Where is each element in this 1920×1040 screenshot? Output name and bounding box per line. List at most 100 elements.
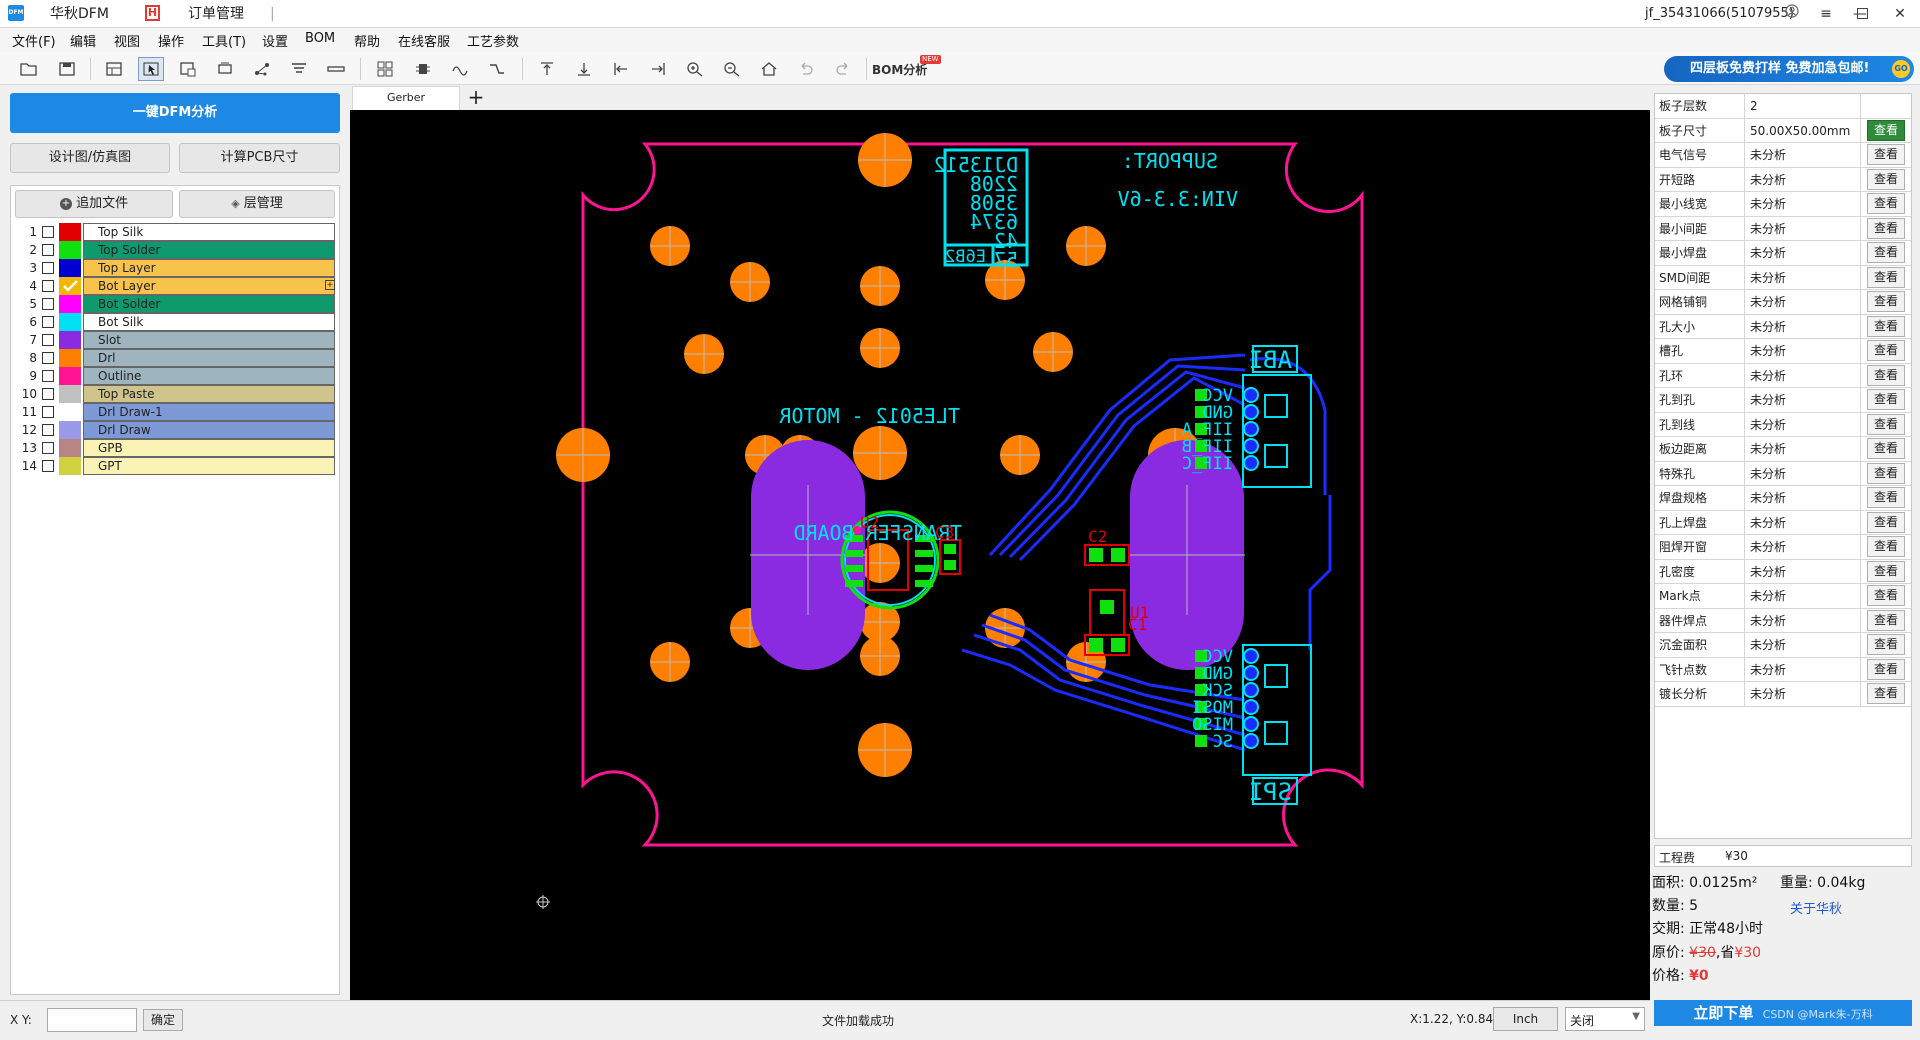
- menu-online-service[interactable]: 在线客服: [398, 31, 450, 50]
- zoom-out-icon[interactable]: [719, 57, 745, 81]
- view-button[interactable]: 查看: [1867, 438, 1905, 459]
- layer-color-swatch[interactable]: [59, 385, 81, 403]
- layer-row[interactable]: 10 Top Paste: [11, 384, 341, 404]
- align-left-icon[interactable]: [608, 57, 634, 81]
- view-button[interactable]: 查看: [1867, 634, 1905, 655]
- layer-checkbox[interactable]: [42, 406, 54, 418]
- view-button[interactable]: 查看: [1867, 315, 1905, 337]
- layer-checkbox[interactable]: [42, 388, 54, 400]
- open-folder-icon[interactable]: [16, 57, 42, 81]
- layer-name[interactable]: GPT: [83, 457, 335, 475]
- menu-view[interactable]: 视图: [114, 31, 140, 50]
- layer-color-swatch[interactable]: [59, 259, 81, 277]
- about-huaqiu-link[interactable]: 关于华秋: [1790, 898, 1842, 917]
- view-button[interactable]: 查看: [1867, 193, 1905, 214]
- layer-color-swatch[interactable]: [59, 457, 81, 475]
- layer-name[interactable]: Bot Solder: [83, 295, 335, 313]
- window-zoom-icon[interactable]: [175, 57, 201, 81]
- layer-checkbox[interactable]: [42, 442, 54, 454]
- layer-row[interactable]: 12 Drl Draw: [11, 420, 341, 440]
- layer-name[interactable]: GPB: [83, 439, 335, 457]
- layer-name[interactable]: Top Layer: [83, 259, 335, 277]
- view-button[interactable]: 查看: [1867, 536, 1905, 557]
- layer-color-swatch[interactable]: [59, 277, 81, 295]
- layer-name[interactable]: Top Paste: [83, 385, 335, 403]
- layer-checkbox[interactable]: [42, 352, 54, 364]
- measure-icon[interactable]: [323, 57, 349, 81]
- pcb-canvas[interactable]: SUPPORT: DJ13512 2208 3508 6374 42 57 E6B2 VIN:3…: [350, 110, 1650, 1000]
- view-button[interactable]: 查看: [1867, 683, 1905, 704]
- layer-name[interactable]: Outline: [83, 367, 335, 385]
- expand-icon[interactable]: +: [325, 280, 335, 290]
- route-icon[interactable]: [484, 57, 510, 81]
- xy-input[interactable]: [47, 1008, 137, 1032]
- layer-checkbox[interactable]: [42, 298, 54, 310]
- view-button[interactable]: 查看: [1867, 364, 1905, 386]
- pcb-drawing[interactable]: SUPPORT:DJ135122208350863744257E6B2VIN:3…: [350, 110, 1650, 1000]
- layer-name[interactable]: Slot: [83, 331, 335, 349]
- layer-row[interactable]: 4 Bot Layer +: [11, 276, 341, 296]
- view-button[interactable]: 查看: [1867, 658, 1905, 680]
- tab-order-management[interactable]: 订单管理: [188, 0, 244, 28]
- zoom-in-icon[interactable]: [682, 57, 708, 81]
- save-icon[interactable]: [54, 57, 80, 81]
- layer-row[interactable]: 1 Top Silk: [11, 222, 341, 242]
- add-file-button[interactable]: + 追加文件: [15, 190, 173, 218]
- display-select[interactable]: 关闭 ▼: [1565, 1007, 1645, 1031]
- confirm-button[interactable]: 确定: [143, 1009, 183, 1031]
- layer-color-swatch[interactable]: [59, 331, 81, 349]
- layer-row[interactable]: 11 Drl Draw-1: [11, 402, 341, 422]
- view-button[interactable]: 查看: [1867, 144, 1905, 165]
- layer-management-button[interactable]: ◈ 层管理: [179, 190, 335, 218]
- view-button[interactable]: 查看: [1867, 242, 1905, 263]
- layer-row[interactable]: 13 GPB: [11, 438, 341, 458]
- view-button[interactable]: 查看: [1867, 487, 1905, 508]
- layer-checkbox[interactable]: [42, 262, 54, 274]
- layer-color-swatch[interactable]: [59, 295, 81, 313]
- layer-checkbox[interactable]: [42, 370, 54, 382]
- layer-name[interactable]: Bot Layer: [83, 277, 335, 295]
- menu-tools[interactable]: 工具(T): [202, 31, 246, 50]
- layer-row[interactable]: 3 Top Layer: [11, 258, 341, 278]
- design-sim-button[interactable]: 设计图/仿真图: [10, 143, 170, 173]
- layer-row[interactable]: 9 Outline: [11, 366, 341, 386]
- dfm-analysis-button[interactable]: 一键DFM分析: [10, 93, 340, 133]
- rotate-icon[interactable]: [212, 57, 238, 81]
- layer-color-swatch[interactable]: [59, 439, 81, 457]
- menu-operate[interactable]: 操作: [158, 31, 184, 50]
- layer-row[interactable]: 2 Top Solder: [11, 240, 341, 260]
- filter-icon[interactable]: [286, 57, 312, 81]
- view-button[interactable]: 查看: [1867, 413, 1905, 435]
- menu-edit[interactable]: 编辑: [70, 31, 96, 50]
- view-button[interactable]: 查看: [1867, 291, 1905, 312]
- layer-checkbox[interactable]: [42, 244, 54, 256]
- add-tab-button[interactable]: +: [466, 85, 486, 109]
- promo-banner[interactable]: 四层板免费打样 免费加急包邮! GO: [1664, 56, 1914, 82]
- layer-checkbox[interactable]: [42, 334, 54, 346]
- menu-bom[interactable]: BOM: [305, 31, 335, 46]
- menu-settings[interactable]: 设置: [262, 31, 288, 50]
- view-button[interactable]: 查看: [1867, 609, 1905, 631]
- layout-icon[interactable]: [101, 57, 127, 81]
- view-button[interactable]: 查看: [1867, 462, 1905, 484]
- unit-toggle-button[interactable]: Inch: [1493, 1007, 1558, 1031]
- grid-icon[interactable]: [372, 57, 398, 81]
- menu-help[interactable]: 帮助: [354, 31, 380, 50]
- layer-color-swatch[interactable]: [59, 367, 81, 385]
- view-button[interactable]: 查看: [1867, 511, 1905, 533]
- layer-color-swatch[interactable]: [59, 349, 81, 367]
- layer-row[interactable]: 14 GPT: [11, 456, 341, 476]
- menu-file[interactable]: 文件(F): [12, 31, 56, 50]
- layer-name[interactable]: Drl Draw-1: [83, 403, 335, 421]
- view-button[interactable]: 查看: [1867, 217, 1905, 239]
- view-button[interactable]: 查看: [1867, 266, 1905, 288]
- layer-name[interactable]: Bot Silk: [83, 313, 335, 331]
- view-button[interactable]: 查看: [1867, 560, 1905, 582]
- view-button[interactable]: 查看: [1867, 340, 1905, 361]
- layer-name[interactable]: Drl: [83, 349, 335, 367]
- align-bottom-icon[interactable]: [571, 57, 597, 81]
- layer-color-swatch[interactable]: [59, 313, 81, 331]
- layer-checkbox[interactable]: [42, 316, 54, 328]
- calc-pcb-size-button[interactable]: 计算PCB尺寸: [179, 143, 340, 173]
- tab-huaqiu-dfm[interactable]: 华秋DFM: [50, 0, 109, 28]
